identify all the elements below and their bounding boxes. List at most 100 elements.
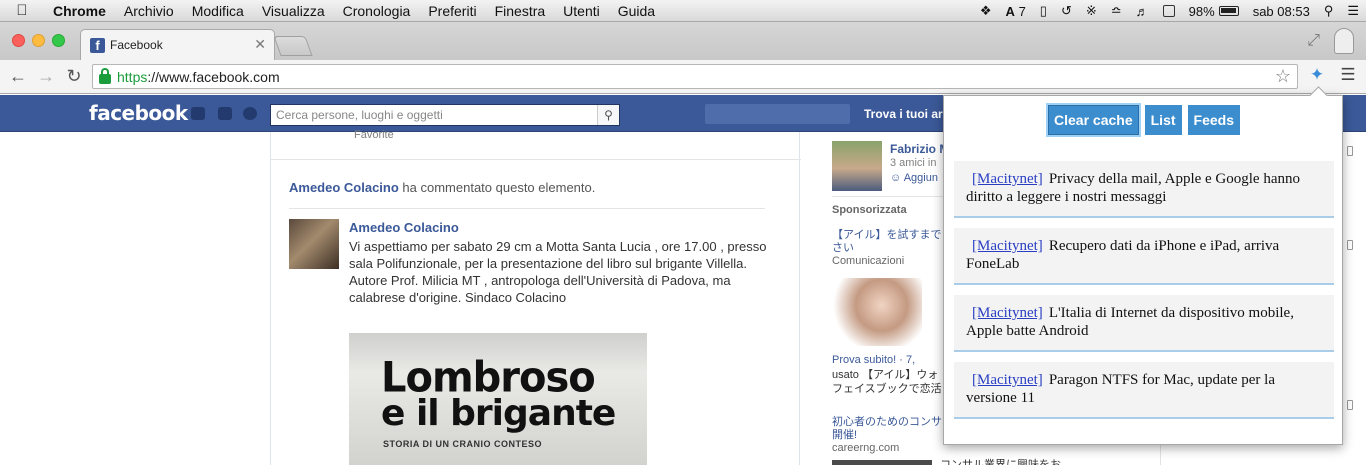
feed-source-link[interactable]: [Macitynet]: [966, 305, 1043, 321]
tab-close-icon[interactable]: ✕: [254, 36, 266, 53]
new-tab-button[interactable]: [273, 36, 313, 56]
battery-status[interactable]: 98%: [1182, 4, 1246, 19]
mobile-icon: [1347, 240, 1353, 250]
add-friend-link[interactable]: ☺ Aggiun: [890, 172, 938, 184]
url-scheme: https: [117, 68, 148, 85]
list-button[interactable]: List: [1144, 105, 1182, 135]
menu-app-chrome[interactable]: Chrome: [44, 3, 115, 19]
feed-item: [Macitynet] Privacy della mail, Apple e G…: [954, 161, 1334, 218]
menu-preferiti[interactable]: Preferiti: [419, 3, 485, 19]
feed-source-link[interactable]: [Macitynet]: [966, 372, 1043, 388]
post-author-avatar[interactable]: [289, 219, 339, 269]
tab-facebook[interactable]: f Facebook ✕: [80, 29, 275, 60]
spotlight-icon[interactable]: ⚲: [1317, 3, 1341, 19]
rss-extension-icon[interactable]: ✦: [1306, 65, 1328, 87]
activity-actor-link[interactable]: Amedeo Colacino: [289, 180, 399, 195]
messages-icon[interactable]: [218, 107, 232, 120]
wifi-icon[interactable]: ≏: [1104, 3, 1129, 19]
tab-strip: f Facebook ✕ ⤢: [0, 22, 1366, 60]
ad-image[interactable]: [832, 278, 922, 346]
facebook-favicon-icon: f: [90, 37, 105, 53]
feed-item: [Macitynet] Recupero dati da iPhone e iPa…: [954, 228, 1334, 285]
dropbox-icon[interactable]: ❖: [973, 3, 999, 19]
menu-bar:  Chrome Archivio Modifica Visualizza Cr…: [0, 0, 1366, 22]
tab-title: Facebook: [110, 38, 163, 52]
feed-source-link[interactable]: [Macitynet]: [966, 171, 1043, 187]
rss-extension-popup: Clear cache List Feeds [Macitynet] Privac…: [943, 95, 1343, 445]
window-controls: ⤢: [1307, 28, 1354, 54]
sponsored-heading: Sponsorizzata: [832, 204, 907, 216]
status-area: ❖ A 7 ▯ ↺ ※ ≏ ♬ 98% sab 08:53 ⚲ ☰: [973, 0, 1366, 22]
news-feed: Favorite Amedeo Colacino ha commentato q…: [270, 129, 801, 465]
minimize-window-button[interactable]: [32, 34, 45, 47]
book-title-line-2: e il brigante: [381, 393, 616, 434]
battery-icon: [1218, 6, 1239, 16]
ad-site: careerng.com: [832, 442, 900, 454]
book-subtitle: STORIA DI UN CRANIO CONTESO: [383, 439, 543, 449]
chrome-menu-icon[interactable]: ☰: [1338, 65, 1358, 87]
add-friend-label: Aggiun: [903, 172, 938, 184]
notifications-icon[interactable]: [243, 107, 257, 120]
address-bar[interactable]: https ://www.facebook.com ☆: [92, 64, 1298, 89]
search-icon[interactable]: ⚲: [597, 105, 619, 125]
feed-source-link[interactable]: [Macitynet]: [966, 238, 1043, 254]
ad-title-link[interactable]: 初心者のためのコンサ 開催!: [832, 416, 947, 442]
clear-cache-button[interactable]: Clear cache: [1048, 105, 1139, 135]
ad-text: usato 【アイル】ウォ フェイスブックで恋活: [832, 369, 942, 395]
close-window-button[interactable]: [12, 34, 25, 47]
popup-toolbar: Clear cache List Feeds: [944, 105, 1344, 135]
menu-modifica[interactable]: Modifica: [183, 3, 253, 19]
time-machine-icon[interactable]: ↺: [1054, 3, 1079, 19]
search-placeholder: Cerca persone, luoghi e oggetti: [276, 108, 443, 122]
add-friend-icon: ☺: [890, 172, 902, 184]
suggestion-mutual-friends[interactable]: 3 amici in: [890, 157, 936, 169]
adobe-count: 7: [1018, 3, 1026, 19]
profile-avatar-icon[interactable]: [1334, 28, 1354, 54]
post-author-link[interactable]: Amedeo Colacino: [349, 220, 459, 235]
post-photo[interactable]: Lombroso e il brigante STORIA DI UN CRAN…: [349, 333, 647, 465]
menu-cronologia[interactable]: Cronologia: [334, 3, 420, 19]
calendar-icon[interactable]: [1156, 5, 1182, 17]
menu-utenti[interactable]: Utenti: [554, 3, 609, 19]
url-text: ://www.facebook.com: [147, 68, 280, 85]
ad-image[interactable]: [832, 460, 932, 465]
phone-icon[interactable]: ▯: [1033, 3, 1054, 19]
notification-center-icon[interactable]: ☰: [1340, 3, 1366, 19]
activity-story: Amedeo Colacino ha commentato questo ele…: [289, 180, 595, 195]
activity-text: ha commentato questo elemento.: [398, 180, 596, 195]
lock-icon[interactable]: [99, 67, 111, 84]
menu-finestra[interactable]: Finestra: [486, 3, 555, 19]
zoom-window-button[interactable]: [52, 34, 65, 47]
adobe-icon[interactable]: A 7: [999, 4, 1033, 19]
bluetooth-icon[interactable]: ※: [1079, 3, 1104, 19]
apple-icon[interactable]: : [0, 2, 44, 19]
ad-text: コンサル業界に興味をお: [940, 459, 1061, 465]
divider: [289, 208, 765, 209]
feed-item: [Macitynet] L'Italia di Internet da dispo…: [954, 295, 1334, 352]
find-friends-link[interactable]: Trova i tuoi ar: [864, 107, 943, 121]
friend-requests-icon[interactable]: [191, 107, 205, 120]
suggestion-photo[interactable]: [832, 141, 882, 191]
browser-toolbar: ← → ↻ https ://www.facebook.com ☆ ✦ ☰: [0, 60, 1366, 94]
forward-icon[interactable]: →: [32, 66, 60, 87]
favorite-label[interactable]: Favorite: [354, 129, 394, 141]
mobile-icon: [1347, 400, 1353, 410]
bookmark-star-icon[interactable]: ☆: [1275, 66, 1291, 87]
ad-like-link[interactable]: Prova subito! · 7,: [832, 354, 915, 366]
facebook-logo[interactable]: facebook: [89, 101, 188, 125]
menu-visualizza[interactable]: Visualizza: [253, 3, 334, 19]
suggestion-name-link[interactable]: Fabrizio M: [890, 142, 949, 156]
volume-icon[interactable]: ♬: [1129, 4, 1156, 19]
battery-percent: 98%: [1188, 3, 1215, 19]
back-icon[interactable]: ←: [4, 66, 32, 87]
profile-link[interactable]: [705, 104, 850, 124]
feeds-button[interactable]: Feeds: [1187, 105, 1240, 135]
reload-icon[interactable]: ↻: [60, 66, 88, 87]
mobile-icon: [1347, 146, 1353, 156]
menu-guida[interactable]: Guida: [609, 3, 664, 19]
fullscreen-icon[interactable]: ⤢: [1307, 32, 1320, 50]
facebook-search-input[interactable]: Cerca persone, luoghi e oggetti ⚲: [270, 104, 620, 126]
ad-title-link[interactable]: 【アイル】を試すまで さい: [832, 229, 942, 255]
clock[interactable]: sab 08:53: [1246, 4, 1317, 19]
menu-archivio[interactable]: Archivio: [115, 3, 183, 19]
